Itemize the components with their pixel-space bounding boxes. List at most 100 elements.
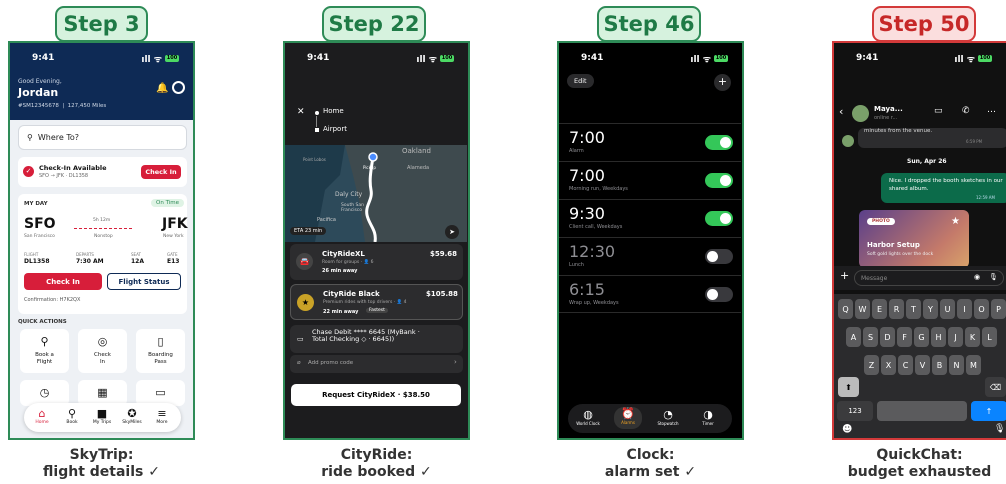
key-t[interactable]: T — [906, 299, 921, 319]
alarm-toggle[interactable] — [705, 211, 733, 226]
key-w[interactable]: W — [855, 299, 870, 319]
tab-more[interactable]: ≡ More — [148, 407, 176, 425]
key-p[interactable]: P — [991, 299, 1006, 319]
message-input[interactable]: Message — [854, 270, 1004, 286]
dest-location[interactable]: Airport — [323, 125, 347, 133]
tab-timer[interactable]: ◑ Timer — [694, 408, 722, 426]
key-k[interactable]: K — [965, 327, 980, 347]
key-q[interactable]: Q — [838, 299, 853, 319]
shift-key[interactable]: ⬆ — [838, 377, 859, 397]
phone-icon[interactable]: ✆ — [962, 106, 970, 116]
alarm-toggle[interactable] — [705, 287, 733, 302]
mic-icon[interactable]: 🎙 — [989, 273, 998, 281]
avatar[interactable] — [852, 105, 869, 122]
key-r[interactable]: R — [889, 299, 904, 319]
contact-name[interactable]: Maya... — [874, 105, 903, 113]
departs-value: 7:30 AM — [76, 258, 104, 265]
key-h[interactable]: H — [931, 327, 946, 347]
tab-skymiles[interactable]: ✪ SkyMiles — [118, 407, 146, 425]
origin-dot — [315, 111, 319, 115]
seat-label: SEAT — [131, 252, 141, 257]
alarm-toggle[interactable] — [705, 173, 733, 188]
alarm-row-3[interactable]: 9:30 Client call, Weekdays — [559, 199, 741, 237]
origin-city: San Francisco — [24, 234, 55, 239]
add-alarm-button[interactable]: + — [714, 74, 731, 91]
key-y[interactable]: Y — [923, 299, 938, 319]
key-z[interactable]: Z — [864, 355, 879, 375]
status-badge: On Time — [151, 199, 185, 207]
bell-icon[interactable]: 🔔 — [156, 83, 168, 94]
alarm-row-5[interactable]: 6:15 Wrap up, Weekdays — [559, 275, 741, 313]
numbers-key[interactable]: 123 — [837, 401, 873, 421]
map-label: Point Lobos — [303, 157, 326, 162]
search-input[interactable]: ⚲ Where To? — [18, 125, 187, 150]
key-g[interactable]: G — [914, 327, 929, 347]
locate-icon[interactable]: ➤ — [445, 225, 459, 239]
qa-boarding-pass[interactable]: ▯ Boarding Pass — [136, 329, 185, 373]
close-icon[interactable]: ✕ — [297, 107, 305, 117]
caption-line: QuickChat: — [876, 447, 963, 463]
key-n[interactable]: N — [949, 355, 964, 375]
step-pill-4: Step 50 — [872, 6, 976, 42]
backspace-key[interactable]: ⌫ — [985, 377, 1006, 397]
tab-world-clock[interactable]: ◍ World Clock — [574, 408, 602, 426]
key-d[interactable]: D — [880, 327, 895, 347]
key-a[interactable]: A — [846, 327, 861, 347]
caption-line: Clock: — [626, 447, 675, 463]
check-in-button[interactable]: Check In — [24, 273, 102, 290]
message-time: 6:59 PM — [966, 139, 983, 144]
emoji-icon[interactable]: ☻ — [842, 424, 852, 435]
key-x[interactable]: X — [881, 355, 896, 375]
qa-book-flight[interactable]: ⚲ Book a Flight — [20, 329, 69, 373]
more-icon[interactable]: … — [987, 105, 996, 115]
flight-status-button[interactable]: Flight Status — [107, 273, 181, 290]
photo-card[interactable]: PHOTO ★ Harbor Setup Soft gold lights ov… — [859, 210, 969, 268]
map[interactable]: Oakland Alameda Daly City South San Fran… — [285, 145, 467, 242]
promo-row[interactable]: ⌀ Add promo code › — [290, 355, 463, 373]
caption-3: Clock: alarm set ✓ — [557, 447, 744, 481]
key-f[interactable]: F — [897, 327, 912, 347]
video-call-icon[interactable]: ▭ — [934, 106, 943, 116]
tab-home[interactable]: ⌂ Home — [28, 407, 56, 425]
key-j[interactable]: J — [948, 327, 963, 347]
tag-icon: ⌀ — [297, 359, 301, 366]
qa-check-in[interactable]: ◎ Check In — [78, 329, 127, 373]
tab-stopwatch[interactable]: ◔ Stopwatch — [654, 408, 682, 426]
key-i[interactable]: I — [957, 299, 972, 319]
request-button[interactable]: Request CityRideX · $38.50 — [291, 384, 461, 406]
alarm-label: Morning run, Weekdays — [569, 186, 628, 192]
key-b[interactable]: B — [932, 355, 947, 375]
payment-method[interactable]: ▭ Chase Debit **** 6645 (MyBank · Total … — [290, 325, 463, 353]
edit-button[interactable]: Edit — [567, 74, 594, 88]
key-l[interactable]: L — [982, 327, 997, 347]
send-key[interactable]: ↑ — [971, 401, 1006, 421]
ride-option-black[interactable]: ★ CityRide Black $105.88 Premium rides w… — [290, 284, 463, 320]
alarm-row-1[interactable]: 7:00 Alarm — [559, 123, 741, 161]
key-u[interactable]: U — [940, 299, 955, 319]
alarm-toggle[interactable] — [705, 249, 733, 264]
key-m[interactable]: M — [966, 355, 981, 375]
alarm-toggle[interactable] — [705, 135, 733, 150]
key-s[interactable]: S — [863, 327, 878, 347]
dictation-icon[interactable]: 🎙 — [994, 424, 1005, 434]
key-v[interactable]: V — [915, 355, 930, 375]
add-icon[interactable]: + — [840, 269, 849, 282]
ride-option-xl[interactable]: 🚘 CityRideXL $59.68 Room for groups · 👤 … — [290, 244, 463, 280]
star-icon[interactable]: ★ — [951, 216, 960, 227]
tab-my-trips[interactable]: ■ My Trips — [88, 407, 116, 425]
profile-icon[interactable] — [172, 81, 185, 94]
key-o[interactable]: O — [974, 299, 989, 319]
tab-book[interactable]: ⚲ Book — [58, 407, 86, 425]
alarm-row-2[interactable]: 7:00 Morning run, Weekdays — [559, 161, 741, 199]
back-icon[interactable]: ‹ — [839, 105, 843, 118]
origin-location[interactable]: Home — [323, 107, 344, 115]
space-key[interactable] — [877, 401, 967, 421]
key-c[interactable]: C — [898, 355, 913, 375]
camera-icon[interactable]: ◉ — [974, 273, 980, 281]
checkin-button[interactable]: Check In — [141, 165, 181, 179]
tab-alarms[interactable]: ⏰ Alarms — [614, 407, 642, 429]
dest-square — [315, 128, 319, 132]
promo-label: Add promo code — [308, 360, 354, 366]
alarm-row-4[interactable]: 12:30 Lunch — [559, 237, 741, 275]
key-e[interactable]: E — [872, 299, 887, 319]
